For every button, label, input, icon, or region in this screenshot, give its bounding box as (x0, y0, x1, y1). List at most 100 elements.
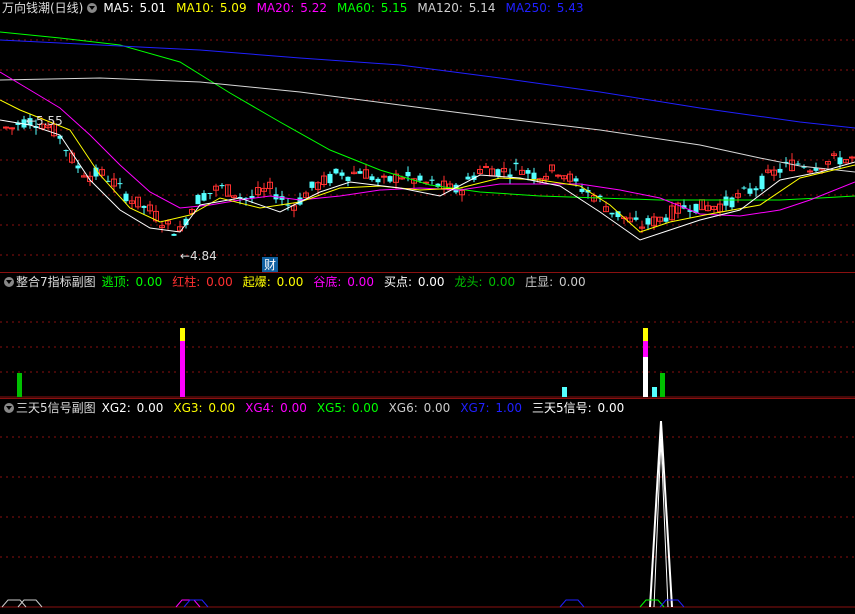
sub2-legend-label: XG3: (173, 401, 207, 415)
candle-body (495, 169, 501, 177)
ma-legend-label: MA5: (103, 1, 138, 15)
candle-body (123, 193, 129, 202)
signal-bar (643, 357, 648, 397)
candle-body (579, 188, 585, 192)
sub2-legend-value: 1.00 (495, 401, 523, 415)
candle-body (795, 163, 801, 165)
ma-legend-label: MA250: (505, 1, 555, 15)
candle-body (747, 188, 753, 194)
candle-body (849, 156, 855, 159)
sub1-legend-item: 买点: 0.00 (384, 275, 447, 289)
sub1-legend-item: 起爆: 0.00 (243, 275, 306, 289)
signal-hump (183, 599, 209, 608)
main-chart-panel[interactable]: ←5.55 ←4.84 财 万向钱潮(日线) MA5: 5.01 MA10: 5.09… (0, 0, 855, 272)
candle-body (525, 170, 531, 174)
signal-hump (17, 599, 43, 608)
candle-body (633, 217, 639, 220)
sub1-title: 整合7指标副图 (16, 275, 96, 289)
candle-body (345, 176, 351, 182)
candle-body (75, 165, 81, 169)
sub2-items: XG2: 0.00 XG3: 0.00 XG4: 0.00 XG5: 0.00 XG6:… (98, 400, 629, 416)
sub2-legend-label: 三天5信号: (532, 401, 596, 415)
sub2-legend-value: 0.00 (208, 401, 236, 415)
sub2-legend-value: 0.00 (136, 401, 164, 415)
sub1-legend-label: 买点: (383, 275, 416, 289)
sub2-legend-label: XG7: (460, 401, 494, 415)
ma-legend-item: MA60: 5.15 (337, 1, 409, 15)
candle-body (387, 176, 393, 182)
sub1-legend-label: 逃顶: (101, 275, 134, 289)
candle-body (837, 157, 843, 165)
candle-body (465, 176, 471, 180)
ma-legend-label: MA10: (176, 1, 218, 15)
candle-body (375, 178, 381, 183)
ma-legend-value: 5.14 (468, 1, 496, 15)
sub2-legend-label: XG2: (101, 401, 135, 415)
ma-legend-item: MA10: 5.09 (176, 1, 248, 15)
sub1-legend-item: 红柱: 0.00 (172, 275, 235, 289)
ma-legend-value: 5.09 (219, 1, 247, 15)
ma-legend-label: MA20: (256, 1, 299, 15)
signal-hump (1, 599, 27, 608)
candle-body (777, 168, 783, 173)
sub1-legend-value: 0.00 (417, 275, 445, 289)
ma-legend: MA5: 5.01 MA10: 5.09 MA20: 5.22 MA60: 5.15 M… (99, 0, 587, 16)
sub2-legend-item: XG5: 0.00 (317, 401, 381, 415)
sub1-legend: 整合7指标副图 逃顶: 0.00 红柱: 0.00 起爆: 0.00 谷底: 0.00… (0, 274, 592, 290)
ma-legend-value: 5.01 (139, 1, 167, 15)
sub1-legend-value: 0.00 (135, 275, 163, 289)
ma60-line (0, 31, 855, 201)
sub2-legend-label: XG5: (316, 401, 350, 415)
sub2-legend-item: XG6: 0.00 (389, 401, 453, 415)
sub-chart-1[interactable]: 整合7指标副图 逃顶: 0.00 红柱: 0.00 起爆: 0.00 谷底: 0.00… (0, 273, 855, 398)
sub2-legend-label: XG6: (388, 401, 422, 415)
sub1-legend-label: 庄显: (525, 275, 557, 289)
ma-legend-value: 5.22 (300, 1, 327, 15)
candle-body (201, 193, 207, 201)
candle-body (207, 192, 213, 194)
candle-body (381, 175, 387, 178)
ma-legend-label: MA60: (337, 1, 379, 15)
signal-bar (660, 373, 665, 397)
sub2-legend: 三天5信号副图 XG2: 0.00 XG3: 0.00 XG4: 0.00 XG5: … (0, 400, 630, 416)
signal-bar (652, 387, 657, 397)
sub1-legend-item: 龙头: 0.00 (455, 275, 518, 289)
candle-body (141, 205, 147, 208)
candlestick-chart[interactable]: ←5.55 ←4.84 财 (0, 0, 855, 272)
candle-body (555, 174, 561, 177)
candle-body (513, 162, 519, 165)
dropdown-circle-icon[interactable] (87, 3, 98, 13)
sub1-legend-value: 0.00 (488, 275, 516, 289)
sub1-legend-label: 龙头: (454, 275, 487, 289)
candle-body (327, 173, 333, 184)
candle-body (531, 172, 537, 180)
low-price-label: ←4.84 (180, 249, 217, 263)
signal-bar (643, 341, 648, 357)
sub2-legend-value: 0.00 (597, 401, 625, 415)
candle-body (645, 218, 651, 225)
candle-body (3, 126, 9, 129)
ma120-line (0, 77, 855, 173)
candle-body (357, 171, 363, 174)
signal-bar (17, 373, 22, 397)
sub2-legend-item: XG4: 0.00 (245, 401, 309, 415)
dropdown-circle-icon[interactable] (4, 277, 14, 287)
sub-chart-2[interactable]: 三天5信号副图 XG2: 0.00 XG3: 0.00 XG4: 0.00 XG5: … (0, 399, 855, 614)
ma-legend-label: MA120: (417, 1, 467, 15)
ma250-line (0, 39, 855, 129)
sub2-legend-value: 0.00 (280, 401, 307, 415)
sub2-legend-value: 0.00 (351, 401, 379, 415)
candle-body (573, 178, 579, 182)
ma10-line (0, 99, 855, 233)
candle-body (663, 217, 669, 222)
sub1-legend-label: 起爆: (242, 275, 275, 289)
signal-hump (559, 599, 585, 608)
candle-body (219, 185, 225, 187)
dropdown-circle-icon[interactable] (4, 403, 14, 413)
sub2-legend-item: XG7: 1.00 (460, 401, 524, 415)
sub1-bars[interactable] (0, 273, 855, 398)
sub2-lines[interactable] (0, 399, 855, 614)
candle-body (195, 194, 201, 205)
sub1-legend-label: 谷底: (313, 275, 346, 289)
candle-body (729, 197, 735, 208)
